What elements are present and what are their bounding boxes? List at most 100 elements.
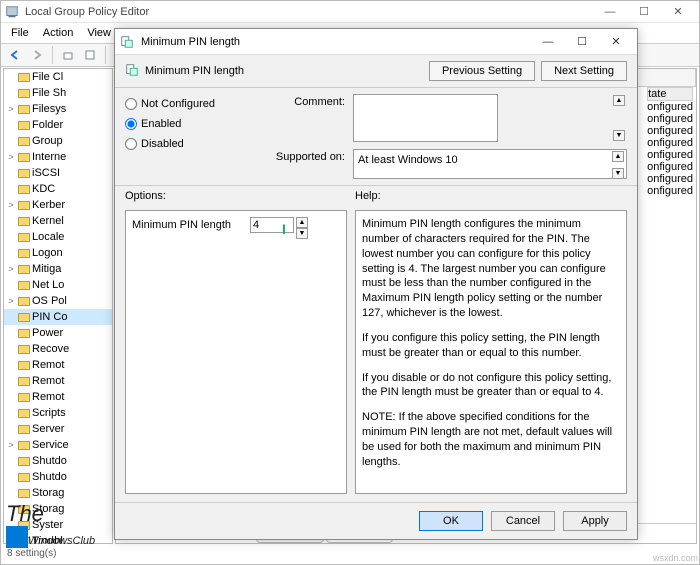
tree-item[interactable]: Remot [4, 357, 112, 373]
folder-icon [18, 473, 30, 482]
tree-item[interactable]: Storag [4, 485, 112, 501]
tree-item[interactable]: >OS Pol [4, 293, 112, 309]
help-paragraph: NOTE: If the above specified conditions … [362, 410, 620, 469]
text-cursor-icon: I [282, 221, 286, 237]
folder-icon [18, 105, 30, 114]
tree-item[interactable]: >Service [4, 437, 112, 453]
main-minimize-button[interactable]: — [593, 1, 627, 23]
tree-item[interactable]: File Sh [4, 85, 112, 101]
folder-icon [18, 201, 30, 210]
folder-icon [18, 409, 30, 418]
tree-item[interactable]: Storag [4, 501, 112, 517]
folder-icon [18, 217, 30, 226]
options-label: Options: [125, 190, 355, 202]
menu-file[interactable]: File [5, 25, 35, 41]
help-paragraph: If you configure this policy setting, th… [362, 331, 620, 361]
radio-not-configured[interactable]: Not Configured [125, 98, 245, 110]
apply-button[interactable]: Apply [563, 511, 627, 531]
radio-enabled[interactable]: Enabled [125, 118, 245, 130]
tree-item[interactable]: >Troubl [4, 533, 112, 544]
tree-item[interactable]: File Cl [4, 69, 112, 85]
folder-icon [18, 361, 30, 370]
toolbar-forward-button[interactable] [27, 45, 47, 65]
tree-item[interactable]: Remot [4, 373, 112, 389]
tree-item[interactable]: >Kerber [4, 197, 112, 213]
comment-scroll-down[interactable]: ▼ [613, 130, 625, 141]
folder-icon [18, 457, 30, 466]
tree-item[interactable]: Logon [4, 245, 112, 261]
cancel-button[interactable]: Cancel [491, 511, 555, 531]
radio-disabled[interactable]: Disabled [125, 138, 245, 150]
tree-item[interactable]: iSCSI [4, 165, 112, 181]
folder-icon [18, 377, 30, 386]
app-icon [5, 5, 19, 19]
folder-icon [18, 489, 30, 498]
menu-view[interactable]: View [81, 25, 117, 41]
tree-item[interactable]: >Interne [4, 149, 112, 165]
folder-icon [18, 393, 30, 402]
supported-on-box: At least Windows 10 ▲ ▼ [353, 149, 627, 179]
tree-item[interactable]: KDC [4, 181, 112, 197]
comment-scroll-up[interactable]: ▲ [613, 95, 625, 106]
tree-item[interactable]: Remot [4, 389, 112, 405]
dialog-maximize-button[interactable]: ☐ [565, 30, 599, 54]
next-setting-button[interactable]: Next Setting [541, 61, 627, 81]
tree-item[interactable]: Recove [4, 341, 112, 357]
tree-pane[interactable]: File ClFile Sh>FilesysFolderGroup>Intern… [3, 68, 113, 544]
dialog-minimize-button[interactable]: — [531, 30, 565, 54]
main-close-button[interactable]: ✕ [661, 1, 695, 23]
ok-button[interactable]: OK [419, 511, 483, 531]
dialog-close-button[interactable]: ✕ [599, 30, 633, 54]
options-panel: Minimum PIN length ▲▼ I [125, 210, 347, 494]
tree-item[interactable]: Shutdo [4, 453, 112, 469]
tree-item[interactable]: Server [4, 421, 112, 437]
folder-icon [18, 329, 30, 338]
option-pin-length-input[interactable] [250, 217, 294, 233]
folder-icon [18, 505, 30, 514]
folder-icon [18, 425, 30, 434]
dialog-title-bar: Minimum PIN length — ☐ ✕ [115, 29, 637, 55]
folder-icon [18, 73, 30, 82]
help-paragraph: If you disable or do not configure this … [362, 371, 620, 401]
folder-icon [18, 89, 30, 98]
supported-scroll-down[interactable]: ▼ [612, 168, 624, 179]
folder-icon [18, 185, 30, 194]
tree-item[interactable]: Net Lo [4, 277, 112, 293]
main-window-title: Local Group Policy Editor [25, 6, 149, 18]
tree-item[interactable]: >Filesys [4, 101, 112, 117]
folder-icon [18, 169, 30, 178]
folder-icon [18, 313, 30, 322]
tree-item[interactable]: PIN Co [4, 309, 112, 325]
tree-item[interactable]: Group [4, 133, 112, 149]
supported-on-value: At least Windows 10 [358, 154, 458, 166]
folder-icon [18, 249, 30, 258]
toolbar-up-button[interactable] [58, 45, 78, 65]
folder-icon [18, 265, 30, 274]
tree-item[interactable]: Scripts [4, 405, 112, 421]
folder-icon [18, 345, 30, 354]
policy-icon-small [125, 63, 139, 80]
folder-icon [18, 137, 30, 146]
tree-item[interactable]: Kernel [4, 213, 112, 229]
tree-item[interactable]: Locale [4, 229, 112, 245]
menu-action[interactable]: Action [37, 25, 80, 41]
supported-scroll-up[interactable]: ▲ [612, 151, 624, 162]
spin-down[interactable]: ▼ [296, 228, 308, 239]
tree-item[interactable]: Folder [4, 117, 112, 133]
main-maximize-button[interactable]: ☐ [627, 1, 661, 23]
tree-item[interactable]: Power [4, 325, 112, 341]
help-panel[interactable]: Minimum PIN length configures the minimu… [355, 210, 627, 494]
toolbar-show-button[interactable] [80, 45, 100, 65]
dialog-title: Minimum PIN length [141, 36, 240, 48]
toolbar-back-button[interactable] [5, 45, 25, 65]
tree-item[interactable]: Syster [4, 517, 112, 533]
state-column: tateonfiguredonfiguredonfiguredonfigured… [647, 87, 693, 197]
comment-textarea[interactable] [353, 94, 498, 142]
folder-icon [18, 521, 30, 530]
spin-up[interactable]: ▲ [296, 217, 308, 228]
previous-setting-button[interactable]: Previous Setting [429, 61, 535, 81]
status-bar: 8 setting(s) [3, 546, 697, 564]
policy-dialog: Minimum PIN length — ☐ ✕ Minimum PIN len… [114, 28, 638, 540]
tree-item[interactable]: >Mitiga [4, 261, 112, 277]
tree-item[interactable]: Shutdo [4, 469, 112, 485]
